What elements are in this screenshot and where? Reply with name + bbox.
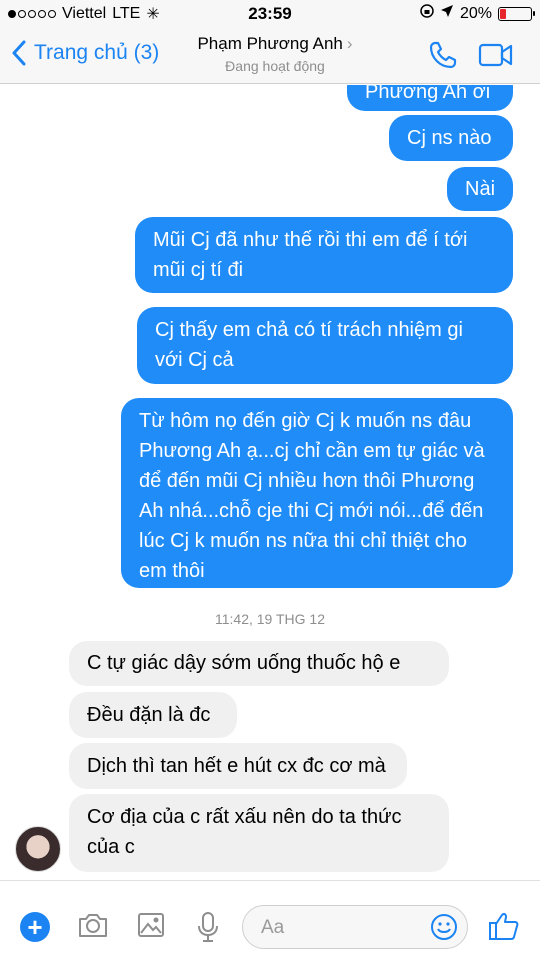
contact-status: Đang hoạt động <box>225 58 325 74</box>
message-bubble[interactable]: Đều đặn là đc <box>69 692 237 738</box>
chevron-right-icon: › <box>346 34 353 53</box>
back-button[interactable]: Trang chủ (3) <box>12 40 159 66</box>
camera-icon <box>79 914 107 937</box>
video-call-button[interactable] <box>478 42 514 73</box>
message-bubble[interactable]: Phương Ah ơi <box>347 85 513 111</box>
battery-percent: 20% <box>459 4 492 22</box>
chevron-left-icon <box>12 40 26 66</box>
message-input-placeholder: Aa <box>261 917 285 938</box>
status-bar: Viettel LTE ✳ 23:59 20% <box>0 0 540 28</box>
message-bubble[interactable]: Nài <box>447 167 513 211</box>
rotation-lock-icon <box>420 4 434 23</box>
contact-info[interactable]: Phạm Phương Anh › Đang hoạt động <box>190 34 360 74</box>
status-right: 20% <box>420 4 535 23</box>
message-bubble[interactable]: Cj thấy em chả có tí trách nhiệm gi với … <box>137 307 513 384</box>
avatar[interactable] <box>15 826 61 872</box>
message-bubble[interactable]: Mũi Cj đã như thế rồi thi em để í tới mũ… <box>135 217 513 293</box>
emoji-icon <box>431 914 457 940</box>
image-button[interactable] <box>137 911 165 944</box>
battery-icon <box>498 6 535 21</box>
thumbs-up-icon <box>489 912 519 940</box>
phone-call-button[interactable] <box>428 40 458 75</box>
message-input[interactable]: Aa <box>242 905 468 949</box>
message-bubble[interactable]: Cj ns nào <box>389 115 513 161</box>
battery-fill <box>500 8 507 19</box>
like-button[interactable] <box>488 911 520 946</box>
message-bubble[interactable]: C tự giác dậy sớm uống thuốc hộ e <box>69 641 449 686</box>
message-timestamp: 11:42, 19 THG 12 <box>215 611 325 627</box>
location-arrow-icon <box>440 4 454 23</box>
message-list[interactable]: Phương Ah ơi Cj ns nào Nài Mũi Cj đã như… <box>0 85 540 880</box>
message-bubble[interactable]: Dịch thì tan hết e hút cx đc cơ mà <box>69 743 407 789</box>
video-camera-icon <box>478 43 513 67</box>
message-composer: + Aa <box>0 880 540 960</box>
contact-name: Phạm Phương Anh <box>197 34 343 53</box>
camera-button[interactable] <box>77 911 109 944</box>
message-bubble[interactable]: Cơ địa của c rất xấu nên do ta thức của … <box>69 794 449 872</box>
emoji-button[interactable] <box>429 912 459 947</box>
message-bubble[interactable]: Từ hôm nọ đến giờ Cj k muốn ns đâu Phươn… <box>121 398 513 588</box>
phone-icon <box>429 41 457 69</box>
microphone-icon <box>198 912 218 942</box>
microphone-button[interactable] <box>197 911 219 948</box>
conversation-header: Trang chủ (3) Phạm Phương Anh › Đang hoạt… <box>0 28 540 84</box>
back-label: Trang chủ (3) <box>34 41 160 64</box>
image-icon <box>138 913 164 937</box>
plus-icon[interactable]: + <box>20 912 50 942</box>
